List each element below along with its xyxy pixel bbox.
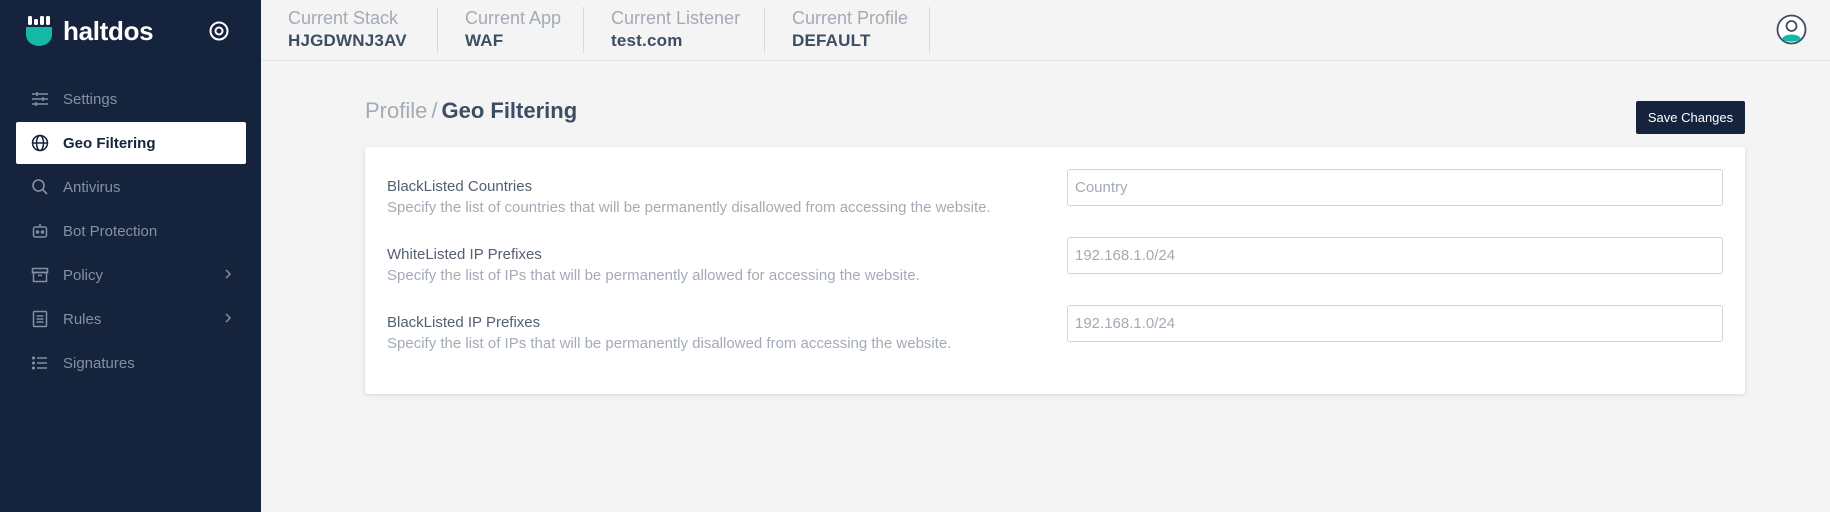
sidebar-item-label: Settings bbox=[63, 90, 118, 108]
brand-name: haltdos bbox=[63, 15, 154, 46]
sidebar-item-label: Signatures bbox=[63, 354, 135, 372]
current-listener-value: test.com bbox=[611, 31, 683, 50]
user-avatar-icon[interactable] bbox=[1776, 14, 1807, 45]
sidebar-item-label: Policy bbox=[63, 266, 104, 284]
list-box-icon bbox=[32, 310, 48, 328]
current-stack-value: HJGDWNJ3AV bbox=[288, 31, 407, 50]
brand[interactable]: haltdos bbox=[25, 14, 154, 48]
sidebar-item-settings[interactable]: Settings bbox=[16, 78, 246, 120]
save-changes-button[interactable]: Save Changes bbox=[1636, 101, 1745, 134]
current-profile[interactable]: Current Profile DEFAULT bbox=[765, 7, 930, 53]
archive-icon bbox=[31, 267, 49, 283]
current-app-value: WAF bbox=[465, 31, 504, 50]
form-row-blacklisted-countries: BlackListed Countries Specify the list o… bbox=[387, 169, 1723, 227]
form-row-blacklisted-ip-prefixes: BlackListed IP Prefixes Specify the list… bbox=[387, 305, 1723, 363]
current-listener[interactable]: Current Listener test.com bbox=[584, 7, 765, 53]
breadcrumb: Profile / Geo Filtering bbox=[365, 98, 577, 124]
current-app-label: Current App bbox=[465, 8, 562, 28]
current-profile-label: Current Profile bbox=[792, 8, 909, 28]
haltdos-logo-icon bbox=[26, 16, 52, 46]
whitelisted-ip-prefixes-input[interactable] bbox=[1067, 237, 1723, 274]
sidebar: haltdos Settings Geo Filtering Antivirus bbox=[0, 0, 261, 512]
sidebar-toggle-icon[interactable] bbox=[208, 20, 230, 42]
topbar: Current Stack HJGDWNJ3AV Current App WAF… bbox=[261, 0, 1830, 61]
breadcrumb-separator: / bbox=[431, 98, 438, 123]
current-stack-label: Current Stack bbox=[288, 8, 399, 28]
breadcrumb-parent[interactable]: Profile bbox=[365, 98, 427, 123]
search-icon bbox=[32, 179, 48, 195]
sidebar-item-antivirus[interactable]: Antivirus bbox=[16, 166, 246, 208]
sidebar-nav: Settings Geo Filtering Antivirus Bot Pro… bbox=[16, 78, 246, 386]
sidebar-item-label: Geo Filtering bbox=[63, 134, 156, 152]
current-listener-label: Current Listener bbox=[611, 8, 741, 28]
robot-icon bbox=[32, 224, 48, 238]
current-profile-value: DEFAULT bbox=[792, 31, 871, 50]
sidebar-item-signatures[interactable]: Signatures bbox=[16, 342, 246, 384]
form-row-whitelisted-ip-prefixes: WhiteListed IP Prefixes Specify the list… bbox=[387, 237, 1723, 295]
page-title: Geo Filtering bbox=[441, 98, 578, 123]
current-app[interactable]: Current App WAF bbox=[438, 7, 584, 53]
sidebar-item-label: Rules bbox=[63, 310, 102, 328]
sidebar-item-geo-filtering[interactable]: Geo Filtering bbox=[16, 122, 246, 164]
current-stack[interactable]: Current Stack HJGDWNJ3AV bbox=[261, 7, 438, 53]
geo-filtering-form: BlackListed Countries Specify the list o… bbox=[365, 147, 1745, 394]
blacklisted-ip-prefixes-input[interactable] bbox=[1067, 305, 1723, 342]
sidebar-item-rules[interactable]: Rules bbox=[16, 298, 246, 340]
sidebar-item-label: Bot Protection bbox=[63, 222, 158, 240]
globe-icon bbox=[31, 134, 49, 152]
blacklisted-countries-input[interactable] bbox=[1067, 169, 1723, 206]
sidebar-item-label: Antivirus bbox=[63, 178, 121, 196]
chevron-right-icon bbox=[225, 313, 232, 323]
sidebar-item-bot-protection[interactable]: Bot Protection bbox=[16, 210, 246, 252]
sliders-icon bbox=[32, 92, 48, 106]
sidebar-item-policy[interactable]: Policy bbox=[16, 254, 246, 296]
chevron-right-icon bbox=[225, 269, 232, 279]
list-icon bbox=[31, 356, 47, 370]
